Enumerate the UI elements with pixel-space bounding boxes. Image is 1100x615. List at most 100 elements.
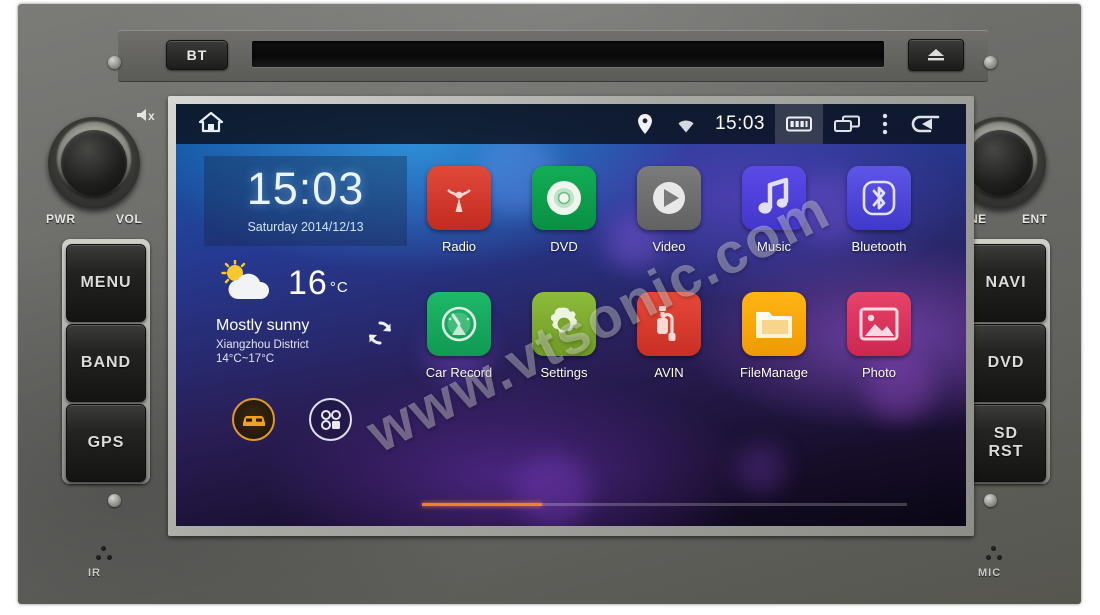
status-bar: 15:03 [176,104,966,144]
app-label: DVD [550,239,578,254]
clock-time: 15:03 [246,163,365,214]
app-label: Photo [862,365,896,380]
radio-antenna-icon [447,189,471,212]
sun-behind-cloud-icon [216,259,274,307]
apps-grid-icon [320,409,341,430]
navi-button[interactable]: NAVI [966,244,1046,322]
touchscreen[interactable]: 15:03 15:03 Saturday 2014/12/13 16 °C Mo… [176,104,966,526]
app-icon-tile [742,292,806,356]
app-icon-tile [532,292,596,356]
gauge-icon [441,306,477,342]
eject-icon [928,49,944,61]
app-music[interactable]: Music [731,166,817,254]
svg-text:x: x [148,109,155,123]
app-icon-tile [532,166,596,230]
clock-date: Saturday 2014/12/13 [247,220,364,234]
wifi-icon [663,104,709,144]
weather-temperature: 16 °C [288,264,349,302]
app-label: Radio [442,239,476,254]
gps-button[interactable]: GPS [66,404,146,482]
app-label: Bluetooth [851,239,907,254]
app-row-1: Radio DVD Video Music Bluetooth [416,166,956,254]
ent-label: ENT [1022,212,1048,226]
app-row-2: Car Record Settings AVIN FileManage Phot… [416,292,956,380]
app-video[interactable]: Video [626,166,712,254]
eject-button[interactable] [908,39,964,71]
app-label: Music [757,239,791,254]
weather-widget[interactable]: 16 °C Mostly sunny Xiangzhou District 14°… [204,246,407,376]
app-car-record[interactable]: Car Record [416,292,502,380]
app-icon-tile [637,166,701,230]
sd-label: SD [993,424,1019,442]
bt-button[interactable]: BT [166,40,228,70]
app-label: Video [652,239,686,254]
dvd-button[interactable]: DVD [966,324,1046,402]
gear-icon [550,307,577,333]
back-arrow-icon[interactable] [899,104,966,144]
recent-apps-icon[interactable] [823,104,871,144]
music-note-icon [758,177,789,214]
screw-top-right [984,56,997,69]
folder-icon [756,312,792,338]
car-icon [242,415,265,426]
app-grid: Radio DVD Video Music Bluetooth Car Reco… [416,166,956,380]
play-circle-icon [653,182,685,214]
app-photo[interactable]: Photo [836,292,922,380]
bluetooth-icon [862,180,896,216]
home-icon[interactable] [198,110,224,139]
app-label: FileManage [740,365,808,380]
screw-top-left [108,56,121,69]
app-settings[interactable]: Settings [521,292,607,380]
clock-widget[interactable]: 15:03 Saturday 2014/12/13 [204,156,407,246]
page-indicator[interactable] [422,503,907,506]
app-avin[interactable]: AVIN [626,292,712,380]
image-border-left [0,0,18,615]
app-filemanage[interactable]: FileManage [731,292,817,380]
app-icon-tile [427,292,491,356]
app-label: Settings [540,365,588,380]
pwr-label: PWR [46,212,76,226]
vol-label: VOL [116,212,143,226]
car-shortcut[interactable] [232,398,275,442]
bokeh-blob [736,444,786,494]
screenshot-icon[interactable] [775,104,823,144]
app-dvd[interactable]: DVD [521,166,607,254]
bokeh-blob [516,454,590,526]
dock [204,376,407,442]
widget-column: 15:03 Saturday 2014/12/13 16 °C Mostly s… [204,156,407,442]
app-label: Car Record [425,365,493,380]
image-border-bottom [0,604,1100,615]
ir-label: IR [88,567,101,579]
app-label: AVIN [654,365,684,380]
weather-unit: °C [329,279,349,296]
app-drawer-shortcut[interactable] [309,398,352,442]
screw-bottom-left [108,494,121,507]
menu-button[interactable]: MENU [66,244,146,322]
mic-label: MIC [978,567,1002,579]
overflow-menu-icon[interactable] [871,104,899,144]
location-pin-icon [627,104,663,144]
rst-label: RST [988,443,1024,460]
app-icon-tile [742,166,806,230]
app-radio[interactable]: Radio [416,166,502,254]
app-icon-tile [847,166,911,230]
picture-icon [859,307,899,341]
power-volume-knob[interactable] [48,117,140,209]
top-panel: BT [118,30,988,82]
band-button[interactable]: BAND [66,324,146,402]
app-bluetooth[interactable]: Bluetooth [836,166,922,254]
car-stereo-unit: BT x PWR VOL MENU BAND GPS TUNE ENT NAVI… [18,4,1081,604]
page-indicator-active [422,503,542,506]
image-border-right [1081,0,1100,615]
refresh-icon[interactable] [367,320,393,351]
app-icon-tile [847,292,911,356]
av-input-icon [657,306,676,341]
status-bar-time: 15:03 [714,113,765,134]
screen-bezel: 15:03 15:03 Saturday 2014/12/13 16 °C Mo… [168,96,974,536]
app-icon-tile [637,292,701,356]
sd-rst-button[interactable]: SD RST [966,404,1046,482]
screw-bottom-right [984,494,997,507]
disc-slot[interactable] [252,41,884,67]
mute-icon: x [136,107,162,128]
weather-location-range: Xiangzhou District 14°C~17°C [216,339,309,366]
